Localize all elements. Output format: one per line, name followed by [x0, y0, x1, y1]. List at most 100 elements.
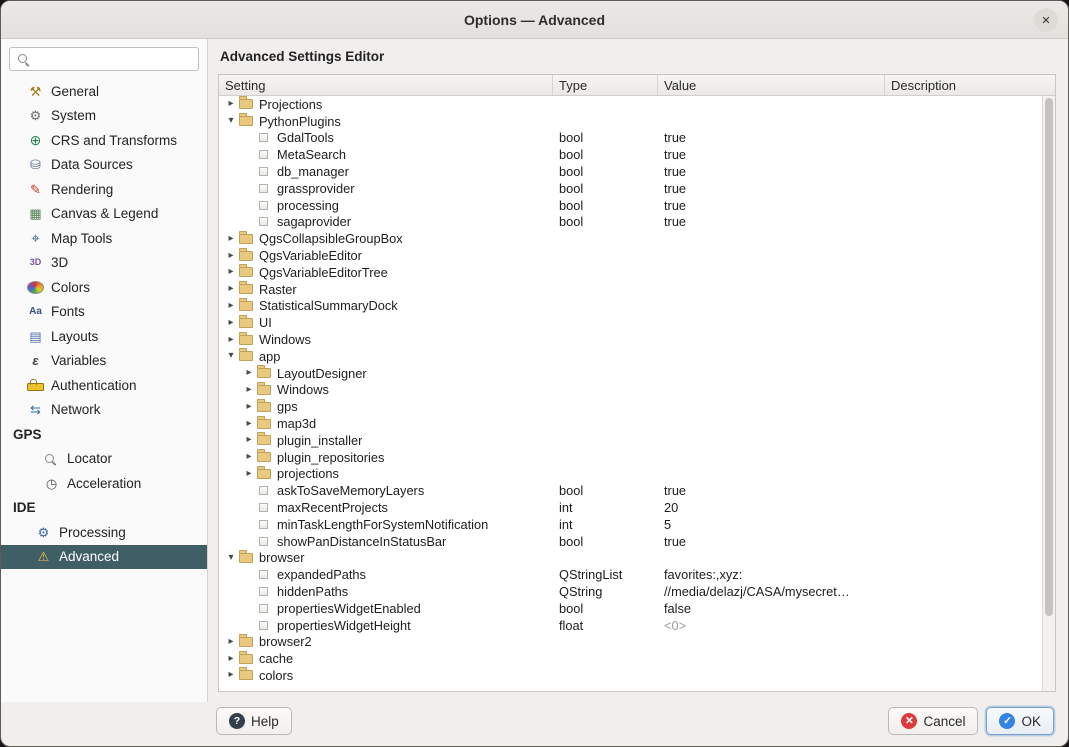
expand-arrow-icon[interactable]: ▸	[223, 234, 239, 244]
collapse-arrow-icon[interactable]: ▾	[223, 553, 239, 563]
tree-row[interactable]: ▸Windows	[219, 382, 1042, 399]
sidebar-item-advanced[interactable]: ⚠Advanced	[1, 545, 207, 570]
column-header-value[interactable]: Value	[658, 75, 885, 95]
setting-icon	[259, 201, 268, 210]
expand-arrow-icon[interactable]: ▸	[223, 654, 239, 664]
tree-row[interactable]: maxRecentProjectsint20	[219, 499, 1042, 516]
tree-row[interactable]: ▸LayoutDesigner	[219, 365, 1042, 382]
column-header-description[interactable]: Description	[885, 75, 1055, 95]
sidebar-item-processing[interactable]: ⚙Processing	[1, 520, 207, 545]
tree-row[interactable]: ▾app	[219, 348, 1042, 365]
close-button[interactable]: ×	[1034, 8, 1058, 32]
expand-arrow-icon[interactable]: ▸	[241, 368, 257, 378]
data-sources-icon: ⛁	[27, 156, 44, 173]
folder-icon	[239, 335, 253, 345]
sidebar-item-gps[interactable]: GPS	[1, 422, 207, 447]
expand-arrow-icon[interactable]: ▸	[241, 385, 257, 395]
sidebar-item-crs-and-transforms[interactable]: ⊕CRS and Transforms	[1, 128, 207, 153]
tree-row[interactable]: MetaSearchbooltrue	[219, 146, 1042, 163]
tree-row[interactable]: minTaskLengthForSystemNotificationint5	[219, 516, 1042, 533]
collapse-arrow-icon[interactable]: ▾	[223, 351, 239, 361]
collapse-arrow-icon[interactable]: ▾	[223, 116, 239, 126]
help-button[interactable]: ? Help	[216, 707, 292, 735]
tree-row[interactable]: ▾browser	[219, 550, 1042, 567]
tree-row[interactable]: ▸Windows	[219, 331, 1042, 348]
type-cell	[553, 398, 658, 415]
expand-arrow-icon[interactable]: ▸	[223, 251, 239, 261]
tree-row[interactable]: ▸UI	[219, 314, 1042, 331]
description-cell	[885, 247, 1042, 264]
ok-button[interactable]: ✓ OK	[986, 707, 1054, 735]
scrollbar-thumb[interactable]	[1045, 98, 1053, 616]
expand-arrow-icon[interactable]: ▸	[223, 99, 239, 109]
vertical-scrollbar[interactable]	[1042, 96, 1055, 691]
tree-row[interactable]: ▸colors	[219, 667, 1042, 684]
expand-arrow-icon[interactable]: ▸	[223, 335, 239, 345]
column-header-type[interactable]: Type	[553, 75, 658, 95]
tree-row[interactable]: ▸QgsCollapsibleGroupBox	[219, 230, 1042, 247]
expand-arrow-icon[interactable]: ▸	[241, 402, 257, 412]
sidebar-item-general[interactable]: ⚒General	[1, 79, 207, 104]
setting-name: StatisticalSummaryDock	[259, 298, 398, 313]
column-header-setting[interactable]: Setting	[219, 75, 553, 95]
tree-row[interactable]: expandedPathsQStringListfavorites:,xyz:	[219, 566, 1042, 583]
sidebar-item-locator[interactable]: Locator	[1, 447, 207, 472]
tree-row[interactable]: ▸map3d	[219, 415, 1042, 432]
sidebar-item-authentication[interactable]: Authentication	[1, 373, 207, 398]
tree-row[interactable]: propertiesWidgetEnabledboolfalse	[219, 600, 1042, 617]
tree-row[interactable]: showPanDistanceInStatusBarbooltrue	[219, 533, 1042, 550]
sidebar-item-map-tools[interactable]: ⌖Map Tools	[1, 226, 207, 251]
tree-row[interactable]: hiddenPathsQString//media/delazj/CASA/my…	[219, 583, 1042, 600]
tree-row[interactable]: askToSaveMemoryLayersbooltrue	[219, 482, 1042, 499]
tree-row[interactable]: grassproviderbooltrue	[219, 180, 1042, 197]
cancel-button[interactable]: ✕ Cancel	[888, 707, 978, 735]
expand-arrow-icon[interactable]: ▸	[241, 419, 257, 429]
expand-arrow-icon[interactable]: ▸	[223, 318, 239, 328]
search-input[interactable]	[34, 51, 192, 68]
tree-row[interactable]: propertiesWidgetHeightfloat<0>	[219, 617, 1042, 634]
sidebar-item-acceleration[interactable]: ◷Acceleration	[1, 471, 207, 496]
sidebar-item-layouts[interactable]: ▤Layouts	[1, 324, 207, 349]
tree-row[interactable]: ▸gps	[219, 398, 1042, 415]
type-cell	[553, 247, 658, 264]
tree-row[interactable]: sagaproviderbooltrue	[219, 214, 1042, 231]
sidebar-item-rendering[interactable]: ✎Rendering	[1, 177, 207, 202]
tree-row[interactable]: ▸plugin_installer	[219, 432, 1042, 449]
tree-row[interactable]: ▸Projections	[219, 96, 1042, 113]
expand-arrow-icon[interactable]: ▸	[223, 637, 239, 647]
description-cell	[885, 264, 1042, 281]
expand-arrow-icon[interactable]: ▸	[241, 435, 257, 445]
titlebar[interactable]: Options — Advanced ×	[1, 1, 1068, 39]
sidebar-item-variables[interactable]: εVariables	[1, 349, 207, 374]
sidebar-item-data-sources[interactable]: ⛁Data Sources	[1, 153, 207, 178]
tree-row[interactable]: ▸ StatisticalSummaryDock	[219, 298, 1042, 315]
tree-row[interactable]: ▸plugin_repositories	[219, 449, 1042, 466]
sidebar-item-colors[interactable]: Colors	[1, 275, 207, 300]
tree-row[interactable]: processingbooltrue	[219, 197, 1042, 214]
expand-arrow-icon[interactable]: ▸	[241, 452, 257, 462]
sidebar-item-fonts[interactable]: AaFonts	[1, 300, 207, 325]
tree-row[interactable]: ▸QgsVariableEditor	[219, 247, 1042, 264]
tree-row[interactable]: db_managerbooltrue	[219, 163, 1042, 180]
expand-arrow-icon[interactable]: ▸	[223, 670, 239, 680]
expand-arrow-icon[interactable]: ▸	[223, 267, 239, 277]
sidebar-item-label: Advanced	[59, 549, 119, 564]
sidebar-item-system[interactable]: ⚙System	[1, 104, 207, 129]
tree-row[interactable]: ▸cache	[219, 650, 1042, 667]
tree-row[interactable]: ▸Raster	[219, 281, 1042, 298]
tree-row[interactable]: ▸projections	[219, 466, 1042, 483]
tree-row[interactable]: ▾PythonPlugins	[219, 113, 1042, 130]
value-cell	[658, 449, 885, 466]
sidebar-item-ide[interactable]: IDE	[1, 496, 207, 521]
sidebar-item-network[interactable]: ⇆Network	[1, 398, 207, 423]
search-box[interactable]	[9, 47, 199, 71]
expand-arrow-icon[interactable]: ▸	[241, 469, 257, 479]
sidebar-item-canvas-legend[interactable]: ▦Canvas & Legend	[1, 202, 207, 227]
sidebar-item-3d[interactable]: 3D3D	[1, 251, 207, 276]
tree-row[interactable]: ▸QgsVariableEditorTree	[219, 264, 1042, 281]
tree-row[interactable]: ▸browser2	[219, 634, 1042, 651]
expand-arrow-icon[interactable]: ▸	[223, 284, 239, 294]
value-cell: true	[658, 146, 885, 163]
tree-row[interactable]: GdalToolsbooltrue	[219, 130, 1042, 147]
expand-arrow-icon[interactable]: ▸	[223, 301, 239, 311]
